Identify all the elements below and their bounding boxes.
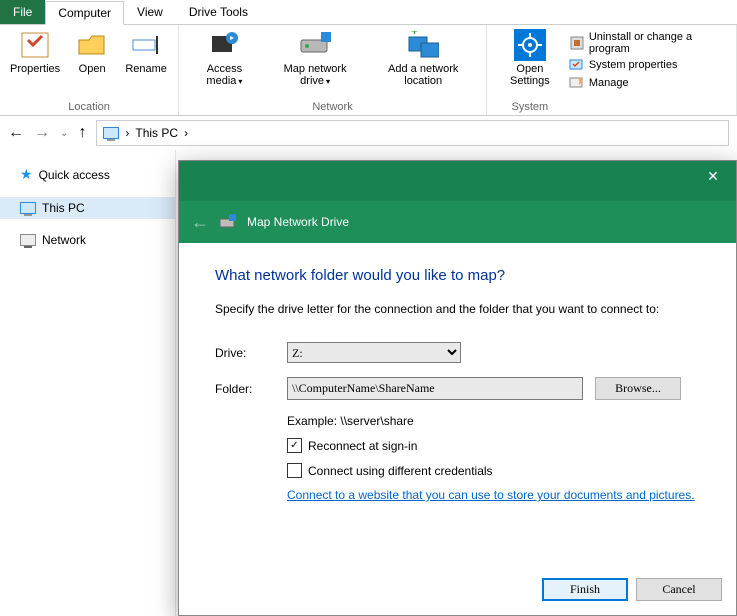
example-text: Example: \\server\share [287, 414, 700, 428]
sidebar-item-label: Network [42, 233, 86, 247]
breadcrumb-sep: › [184, 126, 188, 140]
checkbox-checked-icon: ✓ [287, 438, 302, 453]
nav-up-icon[interactable]: ↑ [78, 124, 86, 142]
drive-select[interactable]: Z: [287, 342, 461, 363]
dialog-title: Map Network Drive [247, 215, 349, 229]
dialog-back-icon[interactable]: ← [191, 212, 209, 233]
rename-button[interactable]: Rename [120, 27, 172, 77]
open-folder-icon [76, 29, 108, 61]
star-icon: ★ [20, 166, 33, 183]
sidebar-item-label: This PC [42, 201, 85, 215]
cancel-button[interactable]: Cancel [636, 578, 722, 601]
add-location-label: Add a network location [371, 63, 476, 87]
dialog-body: What network folder would you like to ma… [179, 243, 736, 502]
map-drive-label: Map network drive▾ [270, 63, 361, 88]
address-bar: ← → ⌄ ↑ › This PC › [0, 116, 737, 150]
nav-back-icon[interactable]: ← [8, 124, 24, 142]
dialog-subtitle: Specify the drive letter for the connect… [215, 302, 700, 316]
svg-text:+: + [411, 31, 418, 38]
drive-label: Drive: [215, 346, 287, 360]
uninstall-icon [569, 35, 585, 51]
group-title-network: Network [312, 101, 352, 113]
tab-file[interactable]: File [0, 0, 45, 24]
network-drive-icon [299, 29, 331, 61]
system-properties-icon [569, 57, 585, 73]
access-media-icon [208, 29, 240, 61]
breadcrumb-sep: › [125, 126, 129, 140]
sidebar-item-quick-access[interactable]: ★ Quick access [0, 162, 175, 187]
ribbon-group-location: Properties Open Rename Location [0, 25, 179, 115]
sidebar-item-label: Quick access [39, 168, 110, 182]
folder-input[interactable] [287, 377, 583, 400]
credentials-checkbox-row[interactable]: Connect using different credentials [287, 463, 700, 478]
tab-drive-tools[interactable]: Drive Tools [176, 0, 261, 24]
ribbon-group-network: Access media▾ Map network drive▾ + Add a… [179, 25, 487, 115]
group-title-system: System [512, 101, 549, 113]
reconnect-checkbox-row[interactable]: ✓ Reconnect at sign-in [287, 438, 700, 453]
system-properties-label: System properties [589, 59, 678, 71]
uninstall-label: Uninstall or change a program [589, 31, 728, 55]
ribbon-tabbar: File Computer View Drive Tools [0, 0, 737, 25]
ribbon-group-system: Open Settings System Uninstall or change… [487, 25, 737, 115]
open-label: Open [79, 63, 106, 75]
open-settings-button[interactable]: Open Settings [493, 27, 567, 89]
checkbox-unchecked-icon [287, 463, 302, 478]
credentials-label: Connect using different credentials [308, 464, 493, 478]
group-title-location: Location [68, 101, 110, 113]
open-button[interactable]: Open [66, 27, 118, 77]
rename-icon [130, 29, 162, 61]
properties-label: Properties [10, 63, 60, 75]
reconnect-label: Reconnect at sign-in [308, 439, 417, 453]
pc-icon [103, 127, 119, 139]
access-media-button[interactable]: Access media▾ [185, 27, 264, 90]
dialog-header: ← Map Network Drive [179, 201, 736, 243]
nav-pane: ★ Quick access This PC Network [0, 150, 176, 616]
manage-button[interactable]: Manage [569, 75, 728, 91]
pc-icon [20, 202, 36, 214]
network-icon [20, 234, 36, 246]
breadcrumb[interactable]: › This PC › [96, 120, 729, 146]
nav-recent-icon[interactable]: ⌄ [60, 128, 68, 139]
add-location-icon: + [407, 29, 439, 61]
system-properties-button[interactable]: System properties [569, 57, 728, 73]
sidebar-item-this-pc[interactable]: This PC [0, 197, 175, 219]
close-icon: ✕ [707, 168, 719, 185]
finish-button[interactable]: Finish [542, 578, 628, 601]
access-media-label: Access media▾ [189, 63, 260, 88]
browse-button[interactable]: Browse... [595, 377, 681, 400]
nav-forward-icon[interactable]: → [34, 124, 50, 142]
folder-label: Folder: [215, 382, 287, 396]
map-network-drive-button[interactable]: Map network drive▾ [266, 27, 365, 90]
ribbon: Properties Open Rename Location Access m… [0, 25, 737, 116]
add-network-location-button[interactable]: + Add a network location [367, 27, 480, 90]
dialog-heading: What network folder would you like to ma… [215, 267, 700, 284]
open-settings-label: Open Settings [497, 63, 563, 87]
sidebar-item-network[interactable]: Network [0, 229, 175, 251]
uninstall-program-button[interactable]: Uninstall or change a program [569, 31, 728, 55]
manage-icon [569, 75, 585, 91]
map-network-drive-dialog: ✕ ← Map Network Drive What network folde… [178, 160, 737, 616]
network-drive-icon [219, 214, 237, 230]
properties-button[interactable]: Properties [6, 27, 64, 77]
dialog-close-button[interactable]: ✕ [690, 161, 736, 191]
breadcrumb-this-pc[interactable]: This PC [135, 126, 178, 140]
tab-computer[interactable]: Computer [45, 1, 124, 25]
manage-label: Manage [589, 77, 629, 89]
tab-view[interactable]: View [124, 0, 176, 24]
properties-icon [19, 29, 51, 61]
connect-website-link[interactable]: Connect to a website that you can use to… [287, 488, 700, 502]
settings-gear-icon [514, 29, 546, 61]
dialog-titlebar: ✕ [179, 161, 736, 201]
rename-label: Rename [125, 63, 167, 75]
